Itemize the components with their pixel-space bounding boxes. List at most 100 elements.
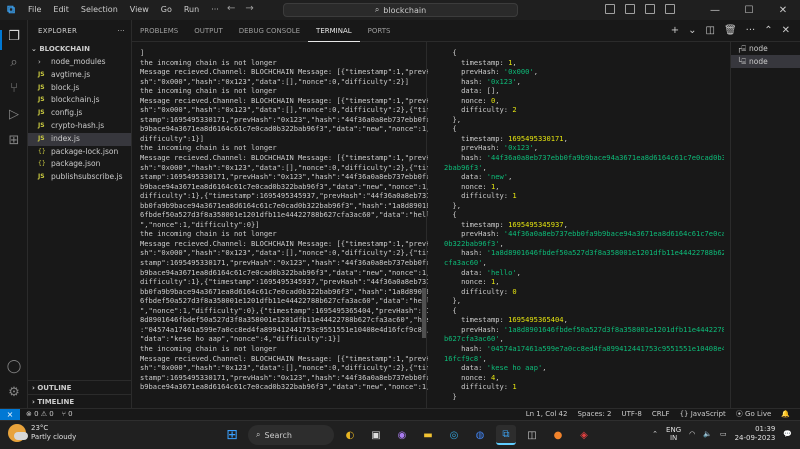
account-icon[interactable]: ◯ — [6, 358, 22, 374]
outline-label: OUTLINE — [37, 384, 72, 392]
terminal-left-output[interactable]: ] the incoming chain is not longer Message… — [140, 48, 428, 406]
terminal-split-divider[interactable] — [426, 42, 427, 408]
terminal-tab-node[interactable]: └⌸ node — [731, 55, 800, 68]
search-icon[interactable]: ⌕ — [6, 54, 22, 70]
notifications-bell-icon[interactable]: 🔔 — [781, 409, 790, 420]
trash-icon[interactable]: 🗑 — [724, 25, 737, 36]
command-center-search[interactable]: ⌕ blockchain — [283, 3, 518, 17]
close-panel-icon[interactable]: ✕ — [782, 25, 790, 36]
file-item[interactable]: JS publishsubscribe.js — [28, 171, 131, 184]
tab-debug-console[interactable]: DEBUG CONSOLE — [231, 20, 308, 42]
file-name: package.json — [51, 159, 101, 169]
file-item[interactable]: {} package.json — [28, 158, 131, 171]
chevron-down-icon[interactable]: ⌄ — [688, 25, 696, 36]
workspace-folder[interactable]: ⌄ BLOCKCHAIN — [28, 42, 131, 56]
language-indicator[interactable]: ENG IN — [666, 426, 681, 442]
search-text: blockchain — [383, 5, 427, 15]
cursor-position[interactable]: Ln 1, Col 42 — [526, 409, 568, 420]
tab-ports[interactable]: PORTS — [360, 20, 399, 42]
file-item[interactable]: {} package-lock.json — [28, 146, 131, 159]
weather-widget[interactable]: 23°C Partly cloudy — [8, 424, 76, 442]
menu-more[interactable]: ··· — [205, 0, 225, 20]
encoding[interactable]: UTF-8 — [621, 409, 641, 420]
ports-status[interactable]: ⑂ 0 — [62, 409, 73, 420]
notification-icon[interactable]: 💬 — [783, 430, 792, 438]
problems-status[interactable]: ⊗ 0 ⚠ 0 — [26, 409, 54, 420]
maximize-icon[interactable]: ☐ — [732, 0, 766, 20]
terminal-token: 0b322bab96f3' — [444, 238, 500, 248]
app-taskbar-icon[interactable]: ◫ — [522, 425, 542, 445]
toggle-sidebar-icon[interactable] — [605, 4, 615, 14]
toggle-panel-icon[interactable] — [625, 4, 635, 14]
split-terminal-icon[interactable]: ◫ — [706, 25, 715, 36]
menu-run[interactable]: Run — [178, 0, 205, 20]
file-item[interactable]: › node_modules — [28, 56, 131, 69]
battery-icon[interactable]: ▭ — [720, 430, 727, 438]
volume-icon[interactable]: 🔈 — [703, 430, 712, 438]
close-icon[interactable]: ✕ — [766, 0, 800, 20]
forward-arrow-icon[interactable]: → — [245, 3, 253, 14]
widgets-icon[interactable]: ◐ — [340, 425, 360, 445]
terminal-right-output[interactable]: { timestamp: 1, prevHash: '0x000', hash:… — [444, 48, 724, 406]
app-taskbar-icon[interactable]: ◈ — [574, 425, 594, 445]
terminal-line: timestamp: 1695495365404, — [444, 315, 724, 325]
maximize-panel-icon[interactable]: ⌃ — [764, 25, 772, 36]
menu-view[interactable]: View — [124, 0, 155, 20]
edge-browser-icon[interactable]: ◎ — [444, 425, 464, 445]
explorer-more-icon[interactable]: ··· — [117, 20, 125, 42]
terminal-tab-node[interactable]: ┌⌸ node — [731, 42, 800, 55]
indentation[interactable]: Spaces: 2 — [577, 409, 611, 420]
chrome-browser-icon[interactable]: ◍ — [470, 425, 490, 445]
go-live-button[interactable]: ⦿ Go Live — [736, 409, 771, 420]
chevron-up-icon[interactable]: ⌃ — [652, 430, 658, 438]
tab-terminal[interactable]: TERMINAL — [308, 20, 360, 42]
back-arrow-icon[interactable]: ← — [227, 3, 235, 14]
file-item[interactable]: JS blockchain.js — [28, 94, 131, 107]
language-mode[interactable]: {} JavaScript — [680, 409, 726, 420]
terminal-token: data: — [444, 363, 487, 373]
file-explorer-icon[interactable]: ▬ — [418, 425, 438, 445]
terminal-token: '1a8d8901646fbdef50a527d3f8a358001e1201d… — [486, 248, 724, 258]
wifi-icon[interactable]: ◠ — [689, 430, 695, 438]
run-debug-icon[interactable]: ▷ — [6, 106, 22, 122]
taskbar-search[interactable]: ⌕ Search — [248, 425, 334, 445]
app-taskbar-icon[interactable]: ● — [548, 425, 568, 445]
teams-chat-icon[interactable]: ◉ — [392, 425, 412, 445]
outline-section[interactable]: › OUTLINE — [28, 380, 132, 394]
terminal-scrollbar[interactable] — [422, 288, 426, 338]
timeline-section[interactable]: › TIMELINE — [28, 394, 132, 408]
settings-gear-icon[interactable]: ⚙ — [6, 384, 22, 400]
menu-file[interactable]: File — [22, 0, 47, 20]
tab-output[interactable]: OUTPUT — [186, 20, 231, 42]
menu-edit[interactable]: Edit — [47, 0, 75, 20]
terminal-token: '0x123' — [486, 76, 517, 86]
vscode-taskbar-icon[interactable]: ⧉ — [496, 425, 516, 445]
file-item[interactable]: JS avgtime.js — [28, 69, 131, 82]
file-item[interactable]: JS config.js — [28, 107, 131, 120]
terminal-token: , — [499, 238, 504, 248]
terminal-token: hash: — [444, 153, 487, 163]
windows-start-icon[interactable]: ⊞ — [222, 425, 242, 445]
terminal-line: sh":"0x000","hash":"0x123","data":[],"no… — [140, 363, 428, 373]
terminal-line: prevHash: '1a8d8901646fbdef50a527d3f8a35… — [444, 325, 724, 335]
file-item-active[interactable]: JS index.js — [28, 132, 131, 146]
terminal-token: , — [563, 315, 568, 325]
source-control-icon[interactable]: ⑂ — [6, 80, 22, 96]
toggle-secondary-sidebar-icon[interactable] — [645, 4, 655, 14]
tab-problems[interactable]: PROBLEMS — [132, 20, 186, 42]
minimize-icon[interactable]: — — [698, 0, 732, 20]
new-terminal-icon[interactable]: + — [671, 25, 679, 36]
file-item[interactable]: JS block.js — [28, 82, 131, 95]
file-item[interactable]: JS crypto-hash.js — [28, 120, 131, 133]
more-actions-icon[interactable]: ··· — [746, 25, 756, 36]
task-view-icon[interactable]: ▣ — [366, 425, 386, 445]
menu-go[interactable]: Go — [155, 0, 178, 20]
extensions-icon[interactable]: ⊞ — [6, 132, 22, 148]
terminal-token: 1695495330171 — [508, 133, 564, 143]
terminal-line: Message recieved.Channel: BLOCHCHAIN Mes… — [140, 238, 428, 248]
end-of-line[interactable]: CRLF — [652, 409, 670, 420]
menu-selection[interactable]: Selection — [75, 0, 124, 20]
customize-layout-icon[interactable] — [665, 4, 675, 14]
clock[interactable]: 01:39 24-09-2023 — [735, 425, 776, 443]
explorer-icon[interactable]: ❐ — [6, 28, 22, 44]
